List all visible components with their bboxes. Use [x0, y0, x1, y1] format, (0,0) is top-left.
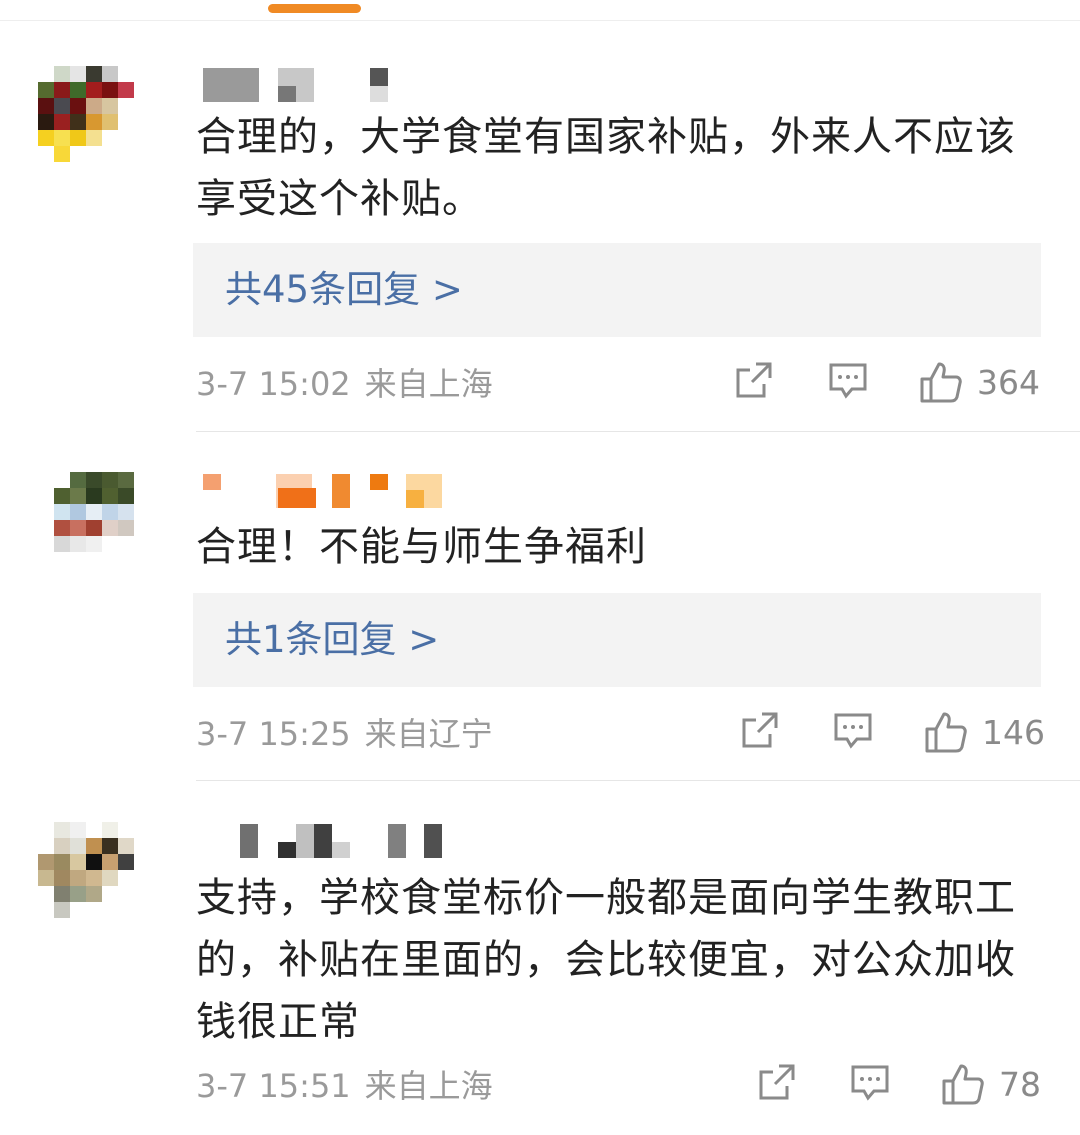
- thumbs-up-icon: [942, 1064, 984, 1105]
- share-icon: [759, 1064, 795, 1100]
- reply-box[interactable]: 共1条回复 >: [193, 593, 1041, 687]
- share-icon: [742, 712, 778, 748]
- comment-text: 合理的，大学食堂有国家补贴，外来人不应该享受这个补贴。: [196, 114, 1016, 222]
- thumbs-up-icon: [925, 712, 967, 753]
- comment-time: 3-7 15:51: [196, 1067, 351, 1105]
- avatar[interactable]: [38, 66, 166, 178]
- top-divider: [0, 20, 1080, 21]
- comment-divider: [196, 780, 1080, 781]
- comment-divider: [196, 431, 1080, 432]
- view-replies-link[interactable]: 共1条回复 >: [225, 615, 439, 665]
- like-button[interactable]: 364: [919, 360, 1040, 404]
- thumbs-up-icon: [920, 362, 962, 403]
- like-button[interactable]: 78: [941, 1062, 1041, 1106]
- comment-icon: [829, 363, 867, 399]
- comment-location: 来自上海: [364, 1067, 493, 1105]
- share-icon: [736, 362, 772, 398]
- comment-icon: [851, 1065, 889, 1101]
- like-count: 364: [977, 362, 1040, 402]
- comment-button[interactable]: [833, 710, 873, 750]
- avatar[interactable]: [38, 472, 166, 584]
- comment-text: 合理！不能与师生争福利: [196, 524, 647, 570]
- like-count: 146: [982, 712, 1045, 752]
- comment-icon: [834, 713, 872, 749]
- comment-text: 支持，学校食堂标价一般都是面向学生教职工的，补贴在里面的，会比较便宜，对公众加收…: [196, 875, 1016, 1045]
- view-replies-link[interactable]: 共45条回复 >: [225, 265, 463, 315]
- comment-location: 来自上海: [364, 365, 493, 403]
- comment-location: 来自辽宁: [364, 715, 493, 753]
- share-button[interactable]: [740, 710, 780, 750]
- comment-meta: 3-7 15:51 来自上海: [196, 1064, 493, 1108]
- comment-button[interactable]: [828, 360, 868, 400]
- active-tab-indicator: [268, 4, 361, 13]
- comment-meta: 3-7 15:25 来自辽宁: [196, 712, 493, 756]
- comment-time: 3-7 15:25: [196, 715, 351, 753]
- comment-button[interactable]: [850, 1062, 890, 1102]
- share-button[interactable]: [734, 360, 774, 400]
- avatar[interactable]: [38, 822, 166, 934]
- comment-meta: 3-7 15:02 来自上海: [196, 362, 493, 406]
- share-button[interactable]: [757, 1062, 797, 1102]
- reply-box[interactable]: 共45条回复 >: [193, 243, 1041, 337]
- like-button[interactable]: 146: [924, 710, 1045, 754]
- like-count: 78: [999, 1064, 1041, 1104]
- comment-time: 3-7 15:02: [196, 365, 351, 403]
